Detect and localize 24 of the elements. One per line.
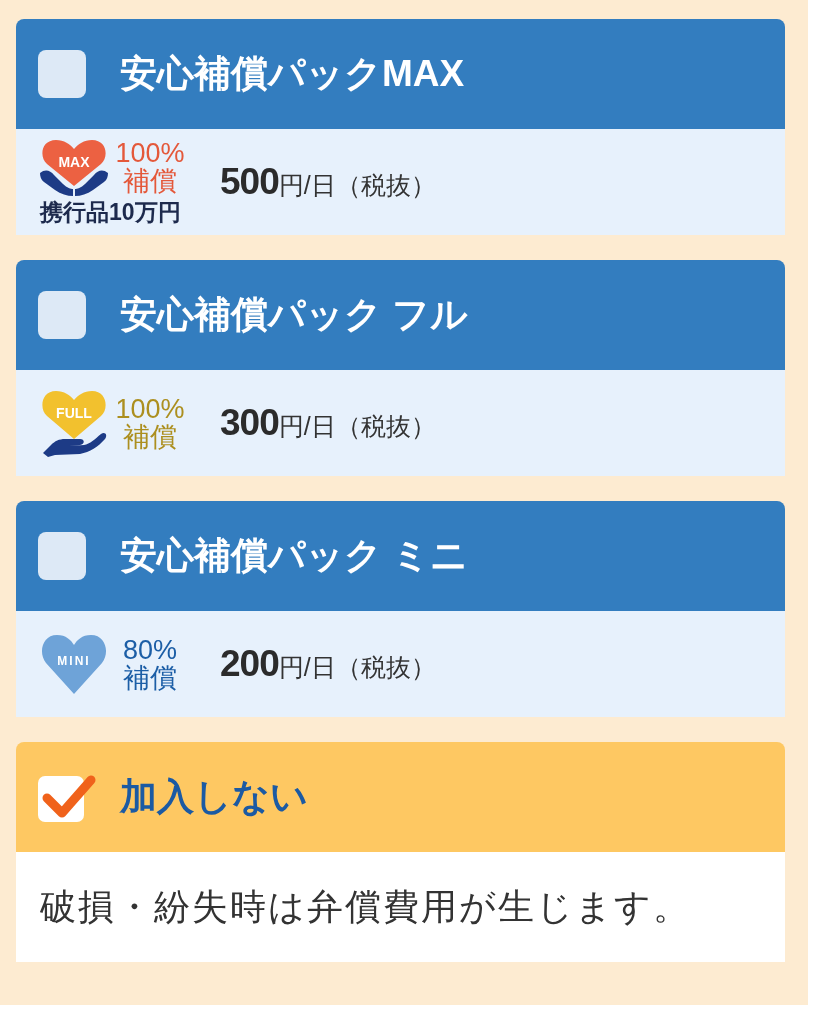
coverage-label: 補償 — [123, 664, 177, 692]
coverage-percent: 80% — [122, 636, 177, 664]
price-text: 200円/日（税抜） — [220, 643, 436, 685]
price-text: 300円/日（税抜） — [220, 402, 436, 444]
coverage-label: 補償 — [123, 167, 177, 195]
heart-icon — [40, 633, 108, 695]
coverage-label: 補償 — [123, 423, 177, 451]
heart-hands-icon — [40, 138, 108, 196]
option-title: 安心補償パック フル — [120, 292, 469, 337]
option-title: 加入しない — [120, 774, 308, 819]
description-text: 破損・紛失時は弁償費用が生じます。 — [40, 884, 691, 929]
heart-hand-icon — [40, 389, 108, 457]
price-text: 500円/日（税抜） — [220, 161, 436, 203]
checkbox[interactable] — [38, 291, 86, 339]
coverage-percent: 100% — [115, 139, 185, 167]
badge-label: MAX — [57, 155, 91, 170]
coverage-note: 携行品10万円 — [40, 198, 181, 226]
option-title: 安心補償パック ミニ — [120, 533, 469, 578]
badge-label: FULL — [55, 406, 93, 421]
checkbox[interactable] — [38, 50, 86, 98]
badge-label: MINI — [56, 654, 92, 669]
option-title: 安心補償パックMAX — [120, 51, 465, 96]
checkbox[interactable] — [38, 532, 86, 580]
coverage-percent: 100% — [115, 395, 185, 423]
